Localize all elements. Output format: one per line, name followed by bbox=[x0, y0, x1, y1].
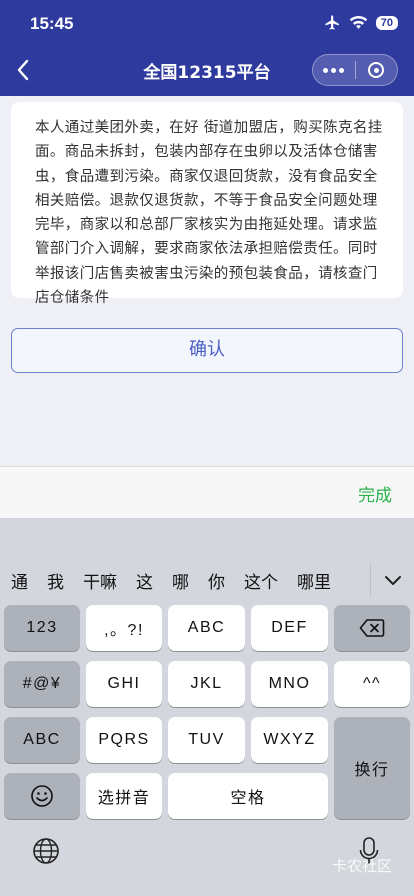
complaint-textarea[interactable]: 本人通过美团外卖，在好 街道加盟店，购买陈克名挂面。商品未拆封，包装内部存在虫卵… bbox=[11, 102, 403, 306]
wifi-icon bbox=[349, 16, 367, 29]
candidate-word[interactable]: 哪里 bbox=[297, 568, 331, 593]
keyboard: 通 我 干嘛 这 哪 你 这个 哪里 123 ,。?! ABC DEF #@¥ … bbox=[0, 518, 414, 896]
key-space[interactable]: 空格 bbox=[168, 773, 328, 819]
key-newline[interactable]: 换行 bbox=[334, 717, 410, 819]
key-delete[interactable] bbox=[334, 605, 410, 651]
key-punctuation[interactable]: ,。?! bbox=[86, 605, 162, 651]
key-symbols[interactable]: #@¥ bbox=[4, 661, 80, 707]
mini-program-capsule bbox=[312, 54, 398, 86]
candidate-bar: 通 我 干嘛 这 哪 你 这个 哪里 bbox=[0, 562, 414, 598]
done-button[interactable]: 完成 bbox=[358, 481, 392, 506]
candidate-word[interactable]: 哪 bbox=[172, 568, 189, 593]
key-pinyin[interactable]: 选拼音 bbox=[86, 773, 162, 819]
top-area: 15:45 70 全国12315平台 bbox=[0, 0, 414, 96]
key-abc-switch[interactable]: ABC bbox=[4, 717, 80, 763]
more-button[interactable] bbox=[313, 55, 355, 85]
key-ghi[interactable]: GHI bbox=[86, 661, 162, 707]
watermark-text: 卡农社区 bbox=[331, 857, 392, 875]
key-123[interactable]: 123 bbox=[4, 605, 80, 651]
key-emoticon[interactable]: ^^ bbox=[334, 661, 410, 707]
confirm-button[interactable]: 确认 bbox=[11, 328, 403, 373]
key-wxyz[interactable]: WXYZ bbox=[251, 717, 328, 763]
target-circle-icon bbox=[368, 62, 385, 78]
status-time: 15:45 bbox=[30, 14, 74, 33]
close-mini-program-button[interactable] bbox=[356, 55, 398, 85]
candidate-word[interactable]: 我 bbox=[47, 568, 64, 593]
key-abc[interactable]: ABC bbox=[168, 605, 245, 651]
form-area: 本人通过美团外卖，在好 街道加盟店，购买陈克名挂面。商品未拆封，包装内部存在虫卵… bbox=[0, 96, 414, 466]
key-def[interactable]: DEF bbox=[251, 605, 328, 651]
key-pqrs[interactable]: PQRS bbox=[86, 717, 162, 763]
back-arrow-icon[interactable] bbox=[12, 56, 36, 84]
status-icons: 70 bbox=[324, 14, 398, 31]
globe-icon[interactable] bbox=[31, 836, 61, 866]
backspace-icon bbox=[359, 619, 385, 637]
complaint-text: 本人通过美团外卖，在好 街道加盟店，购买陈克名挂面。商品未拆封，包装内部存在虫卵… bbox=[35, 120, 383, 307]
keyboard-toolbar: 完成 bbox=[0, 466, 414, 518]
key-mno[interactable]: MNO bbox=[251, 661, 328, 707]
candidate-word[interactable]: 你 bbox=[208, 568, 225, 593]
smiley-icon bbox=[31, 785, 53, 807]
battery-indicator: 70 bbox=[375, 15, 398, 30]
key-emoji[interactable] bbox=[4, 773, 80, 819]
more-dots-icon bbox=[322, 67, 346, 73]
expand-candidates-button[interactable] bbox=[370, 562, 414, 598]
candidate-word[interactable]: 干嘛 bbox=[83, 568, 117, 593]
airplane-icon bbox=[325, 15, 339, 30]
key-tuv[interactable]: TUV bbox=[168, 717, 245, 763]
chevron-down-icon bbox=[384, 576, 401, 585]
candidate-word[interactable]: 这个 bbox=[244, 568, 278, 593]
key-jkl[interactable]: JKL bbox=[168, 661, 245, 707]
candidate-word[interactable]: 这 bbox=[136, 568, 153, 593]
candidate-word[interactable]: 通 bbox=[11, 568, 28, 593]
